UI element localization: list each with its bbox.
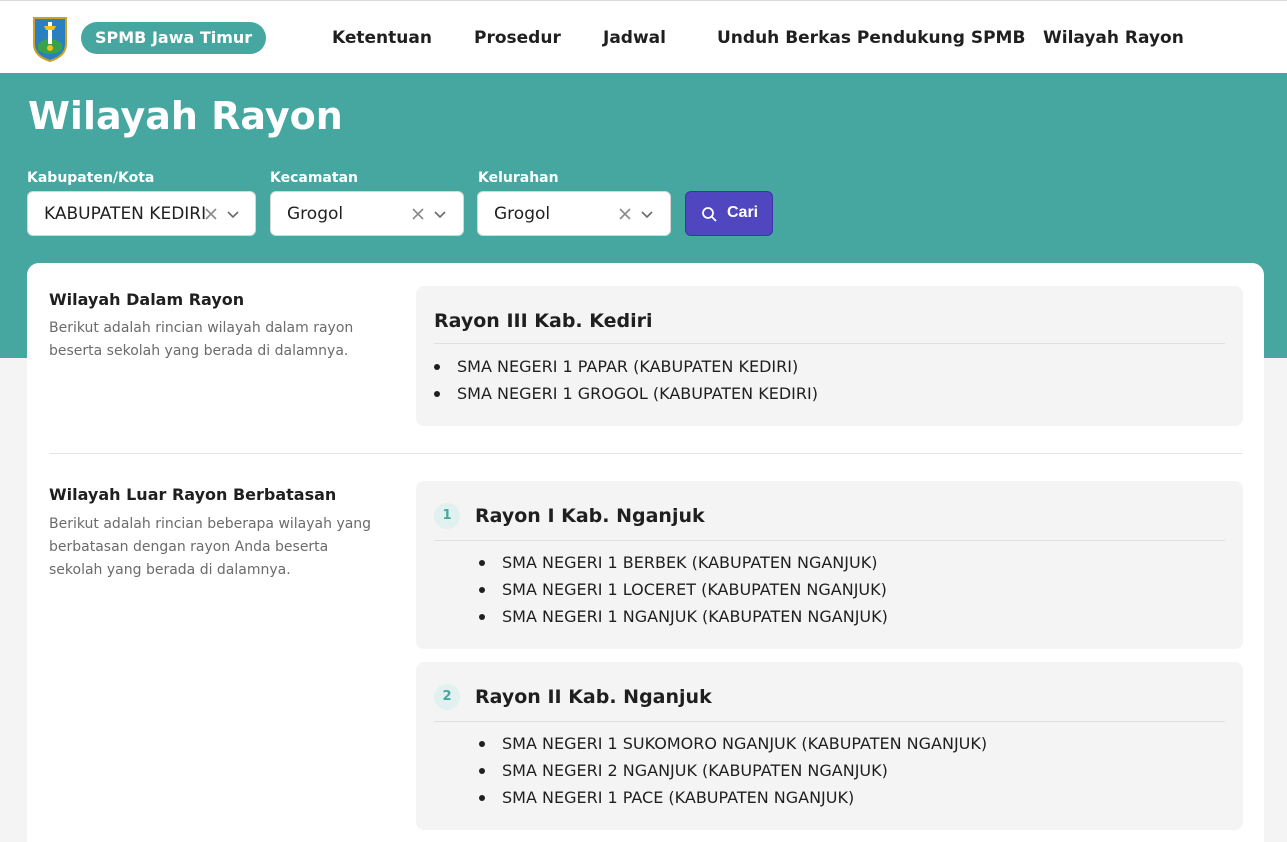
school-item: SMA NEGERI 1 PACE (KABUPATEN NGANJUK) xyxy=(477,784,987,811)
inside-section-description: Berikut adalah rincian wilayah dalam ray… xyxy=(49,320,354,359)
kelurahan-select[interactable]: Grogol xyxy=(477,191,671,236)
school-item: SMA NEGERI 2 NGANJUK (KABUPATEN NGANJUK) xyxy=(477,757,987,784)
chevron-down-icon[interactable] xyxy=(432,206,448,222)
outside-section-title: Wilayah Luar Rayon Berbatasan xyxy=(49,485,337,504)
nav-jadwal[interactable]: Jadwal xyxy=(603,28,666,48)
box-divider xyxy=(434,343,1225,344)
kabupaten-value: KABUPATEN KEDIRI xyxy=(44,204,207,224)
school-item: SMA NEGERI 1 LOCERET (KABUPATEN NGANJUK) xyxy=(477,576,888,603)
outside-rayon-name: Rayon II Kab. Nganjuk xyxy=(475,686,712,708)
kelurahan-label: Kelurahan xyxy=(478,170,559,186)
top-navbar: SPMB Jawa Timur Ketentuan Prosedur Jadwa… xyxy=(0,0,1287,73)
brand-pill[interactable]: SPMB Jawa Timur xyxy=(81,22,267,54)
outside-section-description: Berikut adalah rincian beberapa wilayah … xyxy=(49,516,372,578)
outside-school-list: SMA NEGERI 1 BERBEK (KABUPATEN NGANJUK) … xyxy=(477,549,888,630)
nav-unduh-berkas[interactable]: Unduh Berkas Pendukung SPMB xyxy=(717,28,1025,48)
inside-rayon-box: Rayon III Kab. Kediri SMA NEGERI 1 PAPAR… xyxy=(416,286,1243,426)
inside-school-list: SMA NEGERI 1 PAPAR (KABUPATEN KEDIRI) SM… xyxy=(432,353,818,407)
nav-prosedur[interactable]: Prosedur xyxy=(474,28,561,48)
kecamatan-label: Kecamatan xyxy=(270,170,358,186)
rayon-number-badge: 2 xyxy=(434,684,460,710)
school-item: SMA NEGERI 1 BERBEK (KABUPATEN NGANJUK) xyxy=(477,549,888,576)
rayon-card: Wilayah Dalam Rayon Berikut adalah rinci… xyxy=(27,263,1264,842)
outside-rayon-box-2: 2 Rayon II Kab. Nganjuk SMA NEGERI 1 SUK… xyxy=(416,662,1243,830)
inside-rayon-name: Rayon III Kab. Kediri xyxy=(434,310,653,332)
clear-icon[interactable] xyxy=(203,206,219,222)
school-item: SMA NEGERI 1 PAPAR (KABUPATEN KEDIRI) xyxy=(432,353,818,380)
outside-rayon-box-1: 1 Rayon I Kab. Nganjuk SMA NEGERI 1 BERB… xyxy=(416,481,1243,649)
outside-rayon-name: Rayon I Kab. Nganjuk xyxy=(475,505,705,527)
nav-wilayah-rayon[interactable]: Wilayah Rayon xyxy=(1043,28,1184,48)
search-button-label: Cari xyxy=(727,204,759,221)
school-item: SMA NEGERI 1 SUKOMORO NGANJUK (KABUPATEN… xyxy=(477,730,987,757)
box-divider xyxy=(434,540,1225,541)
section-divider xyxy=(49,453,1243,454)
clear-icon[interactable] xyxy=(410,206,426,222)
kabupaten-label: Kabupaten/Kota xyxy=(27,170,155,186)
chevron-down-icon[interactable] xyxy=(225,206,241,222)
clear-icon[interactable] xyxy=(617,206,633,222)
nav-ketentuan[interactable]: Ketentuan xyxy=(332,28,432,48)
rayon-number-badge: 1 xyxy=(434,503,460,529)
search-button[interactable]: Cari xyxy=(685,191,773,236)
inside-section-title: Wilayah Dalam Rayon xyxy=(49,290,245,309)
outside-school-list: SMA NEGERI 1 SUKOMORO NGANJUK (KABUPATEN… xyxy=(477,730,987,811)
kabupaten-select[interactable]: KABUPATEN KEDIRI xyxy=(27,191,256,236)
school-item: SMA NEGERI 1 NGANJUK (KABUPATEN NGANJUK) xyxy=(477,603,888,630)
kecamatan-select[interactable]: Grogol xyxy=(270,191,464,236)
page-title: Wilayah Rayon xyxy=(28,94,343,138)
kelurahan-value: Grogol xyxy=(494,204,551,224)
chevron-down-icon[interactable] xyxy=(639,206,655,222)
box-divider xyxy=(434,721,1225,722)
search-icon xyxy=(702,207,717,222)
school-item: SMA NEGERI 1 GROGOL (KABUPATEN KEDIRI) xyxy=(432,380,818,407)
east-java-emblem-icon[interactable] xyxy=(32,14,68,62)
kecamatan-value: Grogol xyxy=(287,204,344,224)
